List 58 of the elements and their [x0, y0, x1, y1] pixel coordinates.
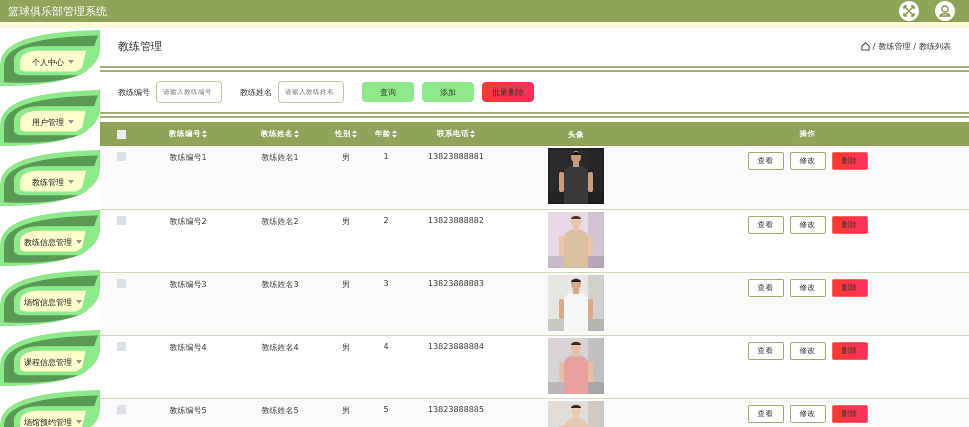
table-cell: 教练编号3	[169, 280, 207, 288]
table-cell: 13823888883	[428, 278, 484, 288]
breadcrumb-separator: /	[913, 42, 916, 50]
sort-icon[interactable]	[202, 130, 207, 138]
caret-icon	[76, 300, 82, 304]
select-all-checkbox[interactable]	[116, 130, 126, 139]
field-label: 教练编号	[118, 86, 150, 98]
sort-icon[interactable]	[470, 130, 475, 138]
breadcrumb-separator: /	[872, 42, 876, 50]
page-title: 教练管理	[118, 38, 162, 54]
table-cell: 13823888881	[428, 152, 484, 161]
row-checkbox[interactable]	[116, 216, 126, 224]
user-icon[interactable]	[935, 1, 955, 21]
table-cell: 13823888882	[428, 216, 484, 224]
caret-icon	[76, 420, 82, 424]
menu-item[interactable]: 场馆预约管理	[0, 390, 100, 427]
caret-icon	[76, 360, 82, 364]
row-checkbox[interactable]	[116, 278, 126, 288]
app-title: 篮球俱乐部管理系统	[8, 4, 107, 18]
table-cell: 教练编号5	[169, 406, 207, 414]
home-icon[interactable]	[860, 42, 870, 50]
table-cell: 教练编号4	[169, 342, 207, 352]
sort-icon[interactable]	[392, 130, 397, 138]
row-checkbox[interactable]	[116, 342, 126, 350]
table-cell: 男	[342, 406, 350, 414]
table-cell: 男	[342, 280, 350, 288]
caret-icon	[76, 240, 82, 244]
table-cell: 教练姓名5	[261, 406, 299, 414]
table-cell: 教练编号2	[169, 216, 207, 226]
caret-icon	[68, 180, 74, 184]
sort-icon[interactable]	[352, 130, 357, 138]
row-checkbox[interactable]	[116, 152, 126, 161]
table-cell: 5	[383, 404, 389, 414]
field-label: 教练姓名	[240, 86, 272, 98]
table-cell: 教练姓名4	[261, 342, 299, 352]
row-checkbox[interactable]	[116, 404, 126, 414]
table-cell: 13823888885	[428, 404, 484, 414]
table-cell: 男	[342, 342, 350, 352]
breadcrumb-item: 教练列表	[919, 40, 951, 52]
table-cell: 男	[342, 216, 350, 226]
table-cell: 教练姓名1	[261, 153, 299, 162]
toolbar-button[interactable]: 添加	[422, 82, 474, 102]
table-cell: 13823888884	[428, 342, 484, 350]
caret-icon	[68, 60, 74, 64]
table-cell: 4	[383, 342, 389, 350]
caret-icon	[68, 120, 74, 124]
table-cell: 教练姓名3	[261, 280, 299, 288]
table-cell: 3	[383, 278, 389, 288]
toolbar-button[interactable]: 查询	[362, 82, 414, 102]
sort-icon[interactable]	[294, 130, 299, 138]
table-cell: 1	[383, 152, 389, 161]
table-cell: 教练姓名2	[261, 216, 299, 226]
table-cell: 男	[342, 153, 350, 162]
fullscreen-icon[interactable]	[899, 1, 919, 21]
table-cell: 2	[383, 216, 389, 224]
toolbar-button[interactable]: 批量删除	[482, 82, 534, 102]
table-cell: 教练编号1	[169, 153, 207, 162]
breadcrumb-item: 教练管理	[878, 40, 910, 52]
